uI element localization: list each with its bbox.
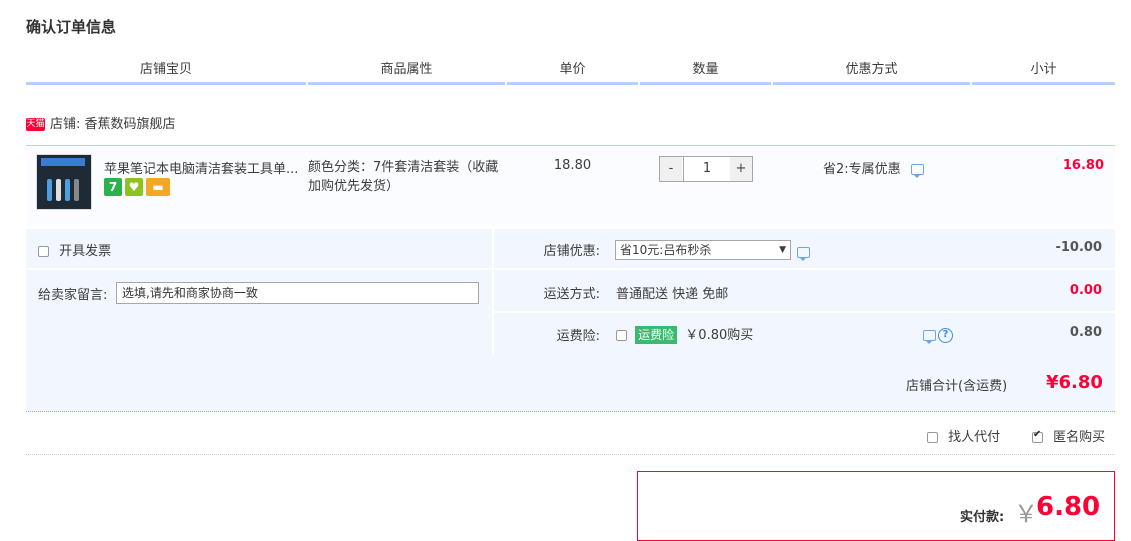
store-total-amount: ¥6.80 (1046, 372, 1103, 393)
proxy-pay-label: 找人代付 (948, 430, 1001, 445)
qty-input[interactable]: 1 (683, 157, 731, 181)
attr-line-1: 颜色分类：7件套清洁套装（收藏 (308, 160, 499, 175)
item-subtotal: 16.80 (1062, 158, 1104, 173)
page-title: 确认订单信息 (26, 18, 117, 36)
product-name[interactable]: 苹果笔记本电脑清洁套装工具单... (104, 158, 304, 177)
anonymous-checkbox[interactable] (1032, 429, 1043, 443)
order-item-row: 苹果笔记本电脑清洁套装工具单... 7 ♥ ▬ 颜色分类：7件套清洁套装（收藏 加购… (26, 145, 1115, 226)
guarantee-icon: ♥ (125, 178, 143, 196)
col-qty: 数量 (640, 58, 771, 85)
product-attributes: 颜色分类：7件套清洁套装（收藏 加购优先发货） (308, 158, 508, 196)
insurance-tag: 运费险 (635, 326, 678, 344)
table-header: 店铺宝贝 商品属性 单价 数量 优惠方式 小计 (26, 58, 1115, 86)
store-name[interactable]: 店铺: 香蕉数码旗舰店 (50, 117, 176, 132)
seven-day-return-icon: 7 (104, 178, 122, 196)
pay-label: 实付款: (960, 510, 1005, 525)
shipping-amount: 0.00 (1069, 283, 1102, 298)
store-total-row: 店铺合计(含运费) ¥6.80 (26, 355, 1115, 412)
store-row: 天猫 店铺: 香蕉数码旗舰店 (26, 115, 176, 135)
store-total-label: 店铺合计(含运费) (906, 379, 1008, 394)
store-discount-label: 店铺优惠: (543, 244, 600, 259)
invoice-label: 开具发票 (59, 244, 112, 259)
insurance-amount: 0.80 (1069, 325, 1102, 340)
store-discount-amount: -10.00 (1055, 240, 1102, 255)
service-badges: 7 ♥ ▬ (104, 178, 173, 196)
invoice-checkbox[interactable] (38, 246, 49, 257)
tmall-badge: 天猫 (26, 118, 45, 131)
order-options: 开具发票 店铺优惠: 省10元:吕布秒杀 ▼ -10.00 给卖家留言: 选填,… (26, 229, 1115, 355)
product-thumbnail[interactable] (36, 154, 92, 210)
shipping-label: 运送方式: (543, 287, 600, 302)
proxy-pay-checkbox[interactable] (927, 432, 938, 443)
pay-amount: 6.80 (1036, 492, 1101, 522)
quantity-stepper: - 1 + (659, 156, 753, 182)
col-discount: 优惠方式 (773, 58, 970, 85)
store-discount-select[interactable]: 省10元:吕布秒杀 ▼ (615, 240, 791, 260)
col-store-item: 店铺宝贝 (26, 58, 306, 85)
insurance-chat-icon[interactable] (923, 330, 936, 344)
qty-plus-button[interactable]: + (730, 157, 752, 181)
chevron-down-icon: ▼ (779, 245, 786, 255)
pay-currency: ￥ (1014, 500, 1038, 528)
store-discount-selected: 省10元:吕布秒杀 (620, 243, 712, 257)
anonymous-label: 匿名购买 (1053, 430, 1106, 445)
unit-price: 18.80 (553, 158, 592, 173)
attr-line-2: 加购优先发货） (308, 179, 400, 194)
insurance-help: ? (923, 328, 953, 344)
col-attr: 商品属性 (308, 58, 505, 85)
insurance-label: 运费险: (556, 329, 600, 344)
credit-card-icon: ▬ (146, 178, 170, 196)
insurance-option: 运费险 ￥0.80购买 (616, 324, 753, 344)
invoice-option: 开具发票 (38, 240, 111, 259)
item-discount-text: 省2:专属优惠 (823, 162, 901, 177)
chat-icon[interactable] (910, 164, 924, 178)
shipping-value: 普通配送 快递 免邮 (616, 287, 729, 302)
item-discount: 省2:专属优惠 (823, 158, 924, 178)
qty-minus-button[interactable]: - (660, 157, 682, 181)
message-input[interactable]: 选填,请先和商家协商一致 (116, 282, 479, 304)
message-label: 给卖家留言: (38, 288, 108, 303)
help-icon[interactable]: ? (938, 328, 953, 343)
store-discount-chat-icon[interactable] (797, 247, 810, 261)
insurance-checkbox[interactable] (616, 330, 627, 341)
anonymous-option: 匿名购买 (1032, 426, 1105, 445)
divider (26, 454, 1115, 455)
col-subtotal: 小计 (972, 58, 1115, 85)
insurance-text: ￥0.80购买 (685, 328, 754, 343)
payment-summary: 实付款: ￥ 6.80 (637, 471, 1115, 541)
col-price: 单价 (507, 58, 638, 85)
proxy-pay-option: 找人代付 (927, 426, 1000, 445)
